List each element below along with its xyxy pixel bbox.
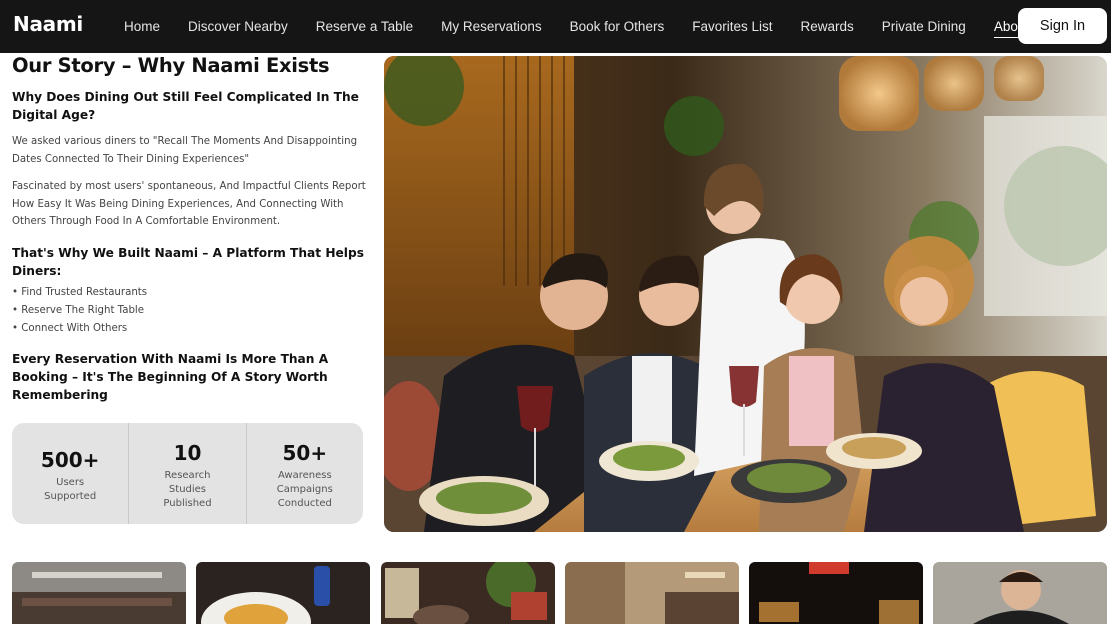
nav-link-reserve-table[interactable]: Reserve a Table [316, 19, 413, 34]
page-title: Our Story – Why Naami Exists [12, 54, 330, 77]
stat-label: Users Supported [44, 476, 97, 502]
brand-logo[interactable]: Naami [13, 12, 83, 36]
benefits-list: Find Trusted Restaurants Reserve The Rig… [12, 284, 368, 338]
nav-link-discover-nearby[interactable]: Discover Nearby [188, 19, 288, 34]
stat-value: 500+ [40, 447, 100, 472]
nav-link-my-reservations[interactable]: My Reservations [441, 19, 542, 34]
story-question: Why Does Dining Out Still Feel Complicat… [12, 90, 359, 122]
list-item: Reserve The Right Table [12, 302, 368, 320]
story-paragraph-1: We asked various diners to "Recall The M… [12, 136, 358, 165]
gallery-thumbnail[interactable] [565, 562, 739, 624]
hero-dining-photo [384, 56, 1107, 532]
stat-users: 500+ Users Supported [12, 423, 130, 524]
stat-label: Research Studies Published [163, 469, 212, 509]
stat-research: 10 Research Studies Published [129, 423, 247, 524]
platform-heading: That's Why We Built Naami – A Platform T… [12, 245, 364, 278]
list-item: Connect With Others [12, 320, 368, 338]
gallery-thumbnail[interactable] [381, 562, 555, 624]
story-paragraph-2: Fascinated by most users' spontaneous, A… [12, 181, 366, 227]
gallery-thumbnail[interactable] [933, 562, 1107, 624]
nav-links: Home Discover Nearby Reserve a Table My … [124, 0, 1057, 53]
top-navbar: Naami Home Discover Nearby Reserve a Tab… [0, 0, 1111, 53]
stat-campaigns: 50+ Awareness Campaigns Conducted [247, 423, 363, 524]
stat-value: 50+ [282, 440, 328, 465]
nav-link-rewards[interactable]: Rewards [800, 19, 853, 34]
sign-in-button[interactable]: Sign In [1018, 8, 1107, 44]
stat-label: Awareness Campaigns Conducted [276, 469, 333, 509]
stat-value: 10 [173, 440, 202, 465]
list-item: Find Trusted Restaurants [12, 284, 368, 302]
gallery-thumbnail[interactable] [196, 562, 370, 624]
nav-link-favorites-list[interactable]: Favorites List [692, 19, 772, 34]
story-section: Our Story – Why Naami Exists Why Does Di… [12, 53, 368, 404]
nav-link-book-for-others[interactable]: Book for Others [570, 19, 665, 34]
gallery-thumbnail[interactable] [12, 562, 186, 624]
closing-statement: Every Reservation With Naami Is More Tha… [12, 351, 329, 402]
nav-link-private-dining[interactable]: Private Dining [882, 19, 966, 34]
nav-link-home[interactable]: Home [124, 19, 160, 34]
gallery-thumbnail[interactable] [749, 562, 923, 624]
stats-card: 500+ Users Supported 10 Research Studies… [12, 423, 363, 524]
